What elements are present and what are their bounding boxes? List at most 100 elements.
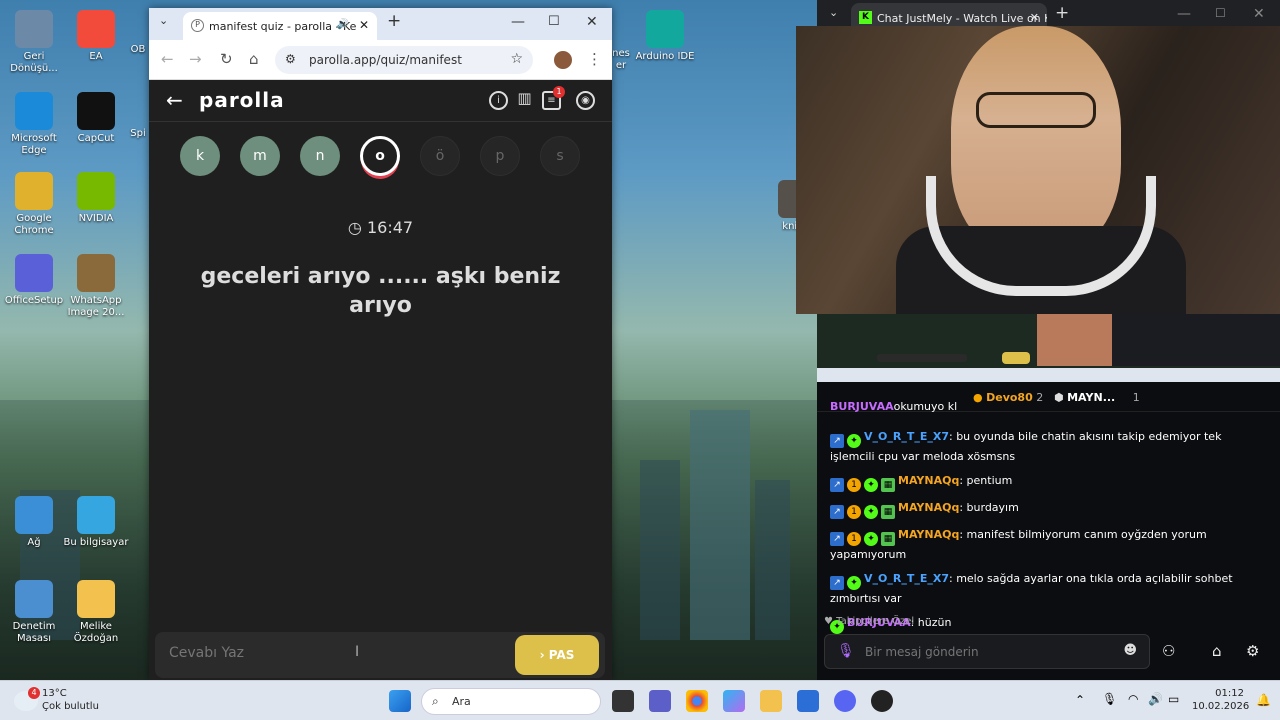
vip-badge-icon: ↗ — [830, 434, 844, 448]
back-icon[interactable]: ← — [161, 50, 174, 68]
discord-icon[interactable] — [834, 690, 856, 712]
store-icon[interactable]: ⌂ — [1212, 642, 1222, 660]
kick-points-icon[interactable]: ⚇ — [1162, 642, 1175, 660]
desktop-icon-4[interactable]: Google Chrome — [0, 172, 68, 237]
chrome-taskbar-icon[interactable] — [686, 690, 708, 712]
desktop-icon-6[interactable]: OfficeSetup — [0, 254, 68, 307]
close-window-button[interactable]: ✕ — [586, 14, 598, 30]
tab-search-icon[interactable]: ⌄ — [829, 6, 838, 19]
bookmark-star-icon[interactable]: ☆ — [510, 51, 523, 67]
copilot-icon[interactable] — [723, 690, 745, 712]
new-tab-button[interactable]: + — [1055, 3, 1069, 23]
pass-label: PAS — [548, 648, 575, 662]
chat-username[interactable]: V_O_R_T_E_X7 — [864, 572, 949, 585]
desktop-icon-10[interactable]: Denetim Masası — [0, 580, 68, 645]
profile-avatar[interactable] — [554, 51, 572, 69]
site-info-icon[interactable]: ⚙ — [285, 52, 296, 66]
emoji-icon[interactable]: ☻ — [1123, 643, 1137, 658]
notification-bell-icon[interactable]: 🔔 — [1256, 693, 1271, 707]
chat-username[interactable]: MAYNAQq — [898, 474, 959, 487]
tab-parolla[interactable]: P manifest quiz - parolla - Ke 🔊 ✕ — [183, 12, 377, 40]
volume-icon[interactable]: 🔊 — [1148, 692, 1163, 706]
tab-close-icon[interactable]: ✕ — [1030, 11, 1039, 24]
file-explorer-icon[interactable] — [760, 690, 782, 712]
answer-bar: I › PAS — [155, 632, 605, 678]
tab-close-icon[interactable]: ✕ — [359, 18, 369, 32]
minimize-button[interactable]: — — [1177, 6, 1191, 22]
weather-widget[interactable]: 4 13°C Çok bulutlu — [14, 687, 99, 713]
sparkle-badge-icon: ✦ — [847, 576, 861, 590]
close-window-button[interactable]: ✕ — [1253, 6, 1265, 22]
letter-circle-todo: s — [540, 136, 580, 176]
home-icon[interactable]: ⌂ — [249, 50, 259, 68]
chrome-icon — [15, 172, 53, 210]
desktop-icon-7[interactable]: WhatsApp Image 20... — [62, 254, 130, 319]
chat-messages: BURJUVAAokumuyo kl ↗ ✦ V_O_R_T_E_X7: bu oy… — [822, 402, 1267, 641]
reload-icon[interactable]: ↻ — [220, 50, 233, 68]
forward-icon[interactable]: → — [189, 50, 202, 68]
maximize-button[interactable]: ☐ — [548, 14, 560, 29]
info-icon[interactable]: i — [489, 91, 508, 110]
stats-icon[interactable]: ▥ — [515, 91, 534, 110]
minimize-button[interactable]: — — [511, 14, 525, 30]
gift-badge-icon: ▦ — [881, 532, 895, 546]
obs-icon[interactable] — [871, 690, 893, 712]
speaker-icon[interactable]: 🔊 — [337, 19, 349, 30]
sparkle-badge-icon: ✦ — [864, 532, 878, 546]
desktop-icon-label: WhatsApp Image 20... — [67, 295, 125, 318]
desktop-icon-12[interactable]: Arduino IDE — [631, 10, 699, 63]
desktop-icon-11[interactable]: Melike Özdoğan — [62, 580, 130, 645]
desktop-icon-5[interactable]: NVIDIA — [62, 172, 130, 225]
new-tab-button[interactable]: + — [387, 11, 401, 31]
chat-username[interactable]: V_O_R_T_E_X7 — [864, 430, 949, 443]
task-view-icon[interactable] — [612, 690, 634, 712]
letter-circle-done: k — [180, 136, 220, 176]
maximize-button[interactable]: ☐ — [1215, 6, 1226, 20]
tray-chevron-icon[interactable]: ⌃ — [1075, 693, 1085, 707]
chat-username[interactable]: MAYNAQq — [898, 501, 959, 514]
parolla-logo[interactable]: parolla — [199, 88, 285, 112]
back-arrow-icon[interactable]: ← — [166, 88, 183, 112]
battery-icon[interactable]: ▭ — [1168, 692, 1179, 706]
taskbar-search[interactable]: ⌕ Ara — [421, 688, 601, 715]
answer-input[interactable] — [169, 645, 469, 661]
account-icon[interactable]: ◉ — [576, 91, 595, 110]
chat-username[interactable]: BURJUVAA — [830, 402, 894, 412]
recycle-bin-icon — [15, 10, 53, 48]
microphone-tray-icon[interactable]: 🎙 — [1102, 692, 1117, 706]
wifi-icon[interactable]: ◠ — [1128, 692, 1138, 706]
start-button-icon[interactable] — [389, 690, 411, 712]
gift-count-badge: 1 — [847, 505, 861, 519]
vip-badge-icon: ↗ — [830, 478, 844, 492]
desktop-icon-label: Melike Özdoğan — [73, 621, 119, 644]
weather-temp: 13°C — [42, 688, 67, 699]
chat-username[interactable]: MAYNAQq — [898, 528, 959, 541]
chat-message-input[interactable] — [865, 645, 1105, 659]
chat-settings-icon[interactable]: ⚙ — [1246, 642, 1259, 660]
address-bar[interactable]: ⚙ parolla.app/quiz/manifest ☆ — [275, 46, 533, 74]
letter-circle-todo: ö — [420, 136, 460, 176]
store-taskbar-icon[interactable] — [797, 690, 819, 712]
desktop-icon-8[interactable]: Ağ — [0, 496, 68, 549]
menu-dots-icon[interactable]: ⋮ — [587, 50, 602, 68]
desktop-icon-2[interactable]: Microsoft Edge — [0, 92, 68, 157]
tab-search-icon[interactable]: ⌄ — [159, 14, 168, 27]
stream-preview — [817, 314, 1280, 382]
pass-button[interactable]: › PAS — [515, 635, 599, 675]
chat-message: ↗ ✦ V_O_R_T_E_X7: bu oyunda bile chatin ak… — [830, 428, 1267, 465]
desktop-icon-label: EA — [89, 51, 103, 62]
sparkle-badge-icon: ✦ — [864, 505, 878, 519]
gift-count-badge: 1 — [847, 532, 861, 546]
desktop-icon-label: Google Chrome — [14, 213, 54, 236]
microphone-icon[interactable]: 🎙 — [837, 643, 855, 659]
folder-icon — [77, 580, 115, 618]
desktop-icon-label: Denetim Masası — [12, 621, 56, 644]
desktop-icon-0[interactable]: Geri Dönüşü... — [0, 10, 68, 75]
question-text: geceleri arıyo ...... aşkı beniz arıyo — [200, 264, 561, 318]
teams-icon[interactable] — [649, 690, 671, 712]
taskbar-clock[interactable]: 01:12 10.02.2026 — [1192, 687, 1250, 713]
clock-date: 10.02.2026 — [1192, 701, 1250, 712]
clock-time: 01:12 — [1215, 688, 1244, 699]
desktop-icon-9[interactable]: Bu bilgisayar — [62, 496, 130, 549]
parolla-header: ← parolla i ▥ ≡ 1 ◉ — [149, 80, 612, 122]
